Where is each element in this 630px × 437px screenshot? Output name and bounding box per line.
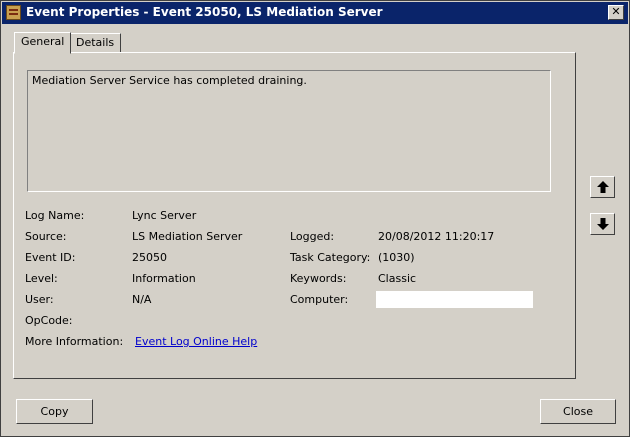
event-id-label: Event ID:	[25, 251, 76, 264]
event-description-text: Mediation Server Service has completed d…	[32, 74, 307, 87]
event-description-box[interactable]: Mediation Server Service has completed d…	[27, 70, 551, 192]
next-event-button[interactable]	[590, 213, 615, 235]
log-name-label: Log Name:	[25, 209, 85, 222]
log-name-value: Lync Server	[132, 209, 197, 222]
source-label: Source:	[25, 230, 67, 243]
keywords-value: Classic	[378, 272, 417, 285]
computer-value	[376, 291, 533, 308]
window-title: Event Properties - Event 25050, LS Media…	[26, 5, 383, 19]
level-label: Level:	[25, 272, 58, 285]
down-arrow-icon	[596, 218, 609, 230]
event-log-online-help-link[interactable]: Event Log Online Help	[135, 335, 257, 348]
tab-general[interactable]: General	[14, 32, 72, 54]
logged-label: Logged:	[290, 230, 335, 243]
previous-event-button[interactable]	[590, 176, 615, 198]
event-viewer-icon	[6, 5, 21, 20]
copy-button-label: Copy	[40, 405, 69, 418]
more-information-label: More Information:	[25, 335, 124, 348]
level-value: Information	[132, 272, 196, 285]
user-label: User:	[25, 293, 54, 306]
close-button[interactable]: Close	[540, 399, 616, 424]
tab-details[interactable]: Details	[69, 33, 122, 54]
keywords-label: Keywords:	[290, 272, 347, 285]
up-arrow-icon	[596, 181, 609, 193]
title-bar[interactable]: Event Properties - Event 25050, LS Media…	[2, 2, 628, 24]
event-properties-window: Event Properties - Event 25050, LS Media…	[0, 0, 630, 437]
close-window-button[interactable]: ✕	[608, 5, 624, 20]
computer-label: Computer:	[290, 293, 349, 306]
event-id-value: 25050	[132, 251, 167, 264]
source-value: LS Mediation Server	[132, 230, 243, 243]
user-value: N/A	[132, 293, 152, 306]
logged-value: 20/08/2012 11:20:17	[378, 230, 495, 243]
task-category-value: (1030)	[378, 251, 415, 264]
close-button-label: Close	[563, 405, 593, 418]
copy-button[interactable]: Copy	[16, 399, 93, 424]
opcode-label: OpCode:	[25, 314, 73, 327]
task-category-label: Task Category:	[290, 251, 371, 264]
